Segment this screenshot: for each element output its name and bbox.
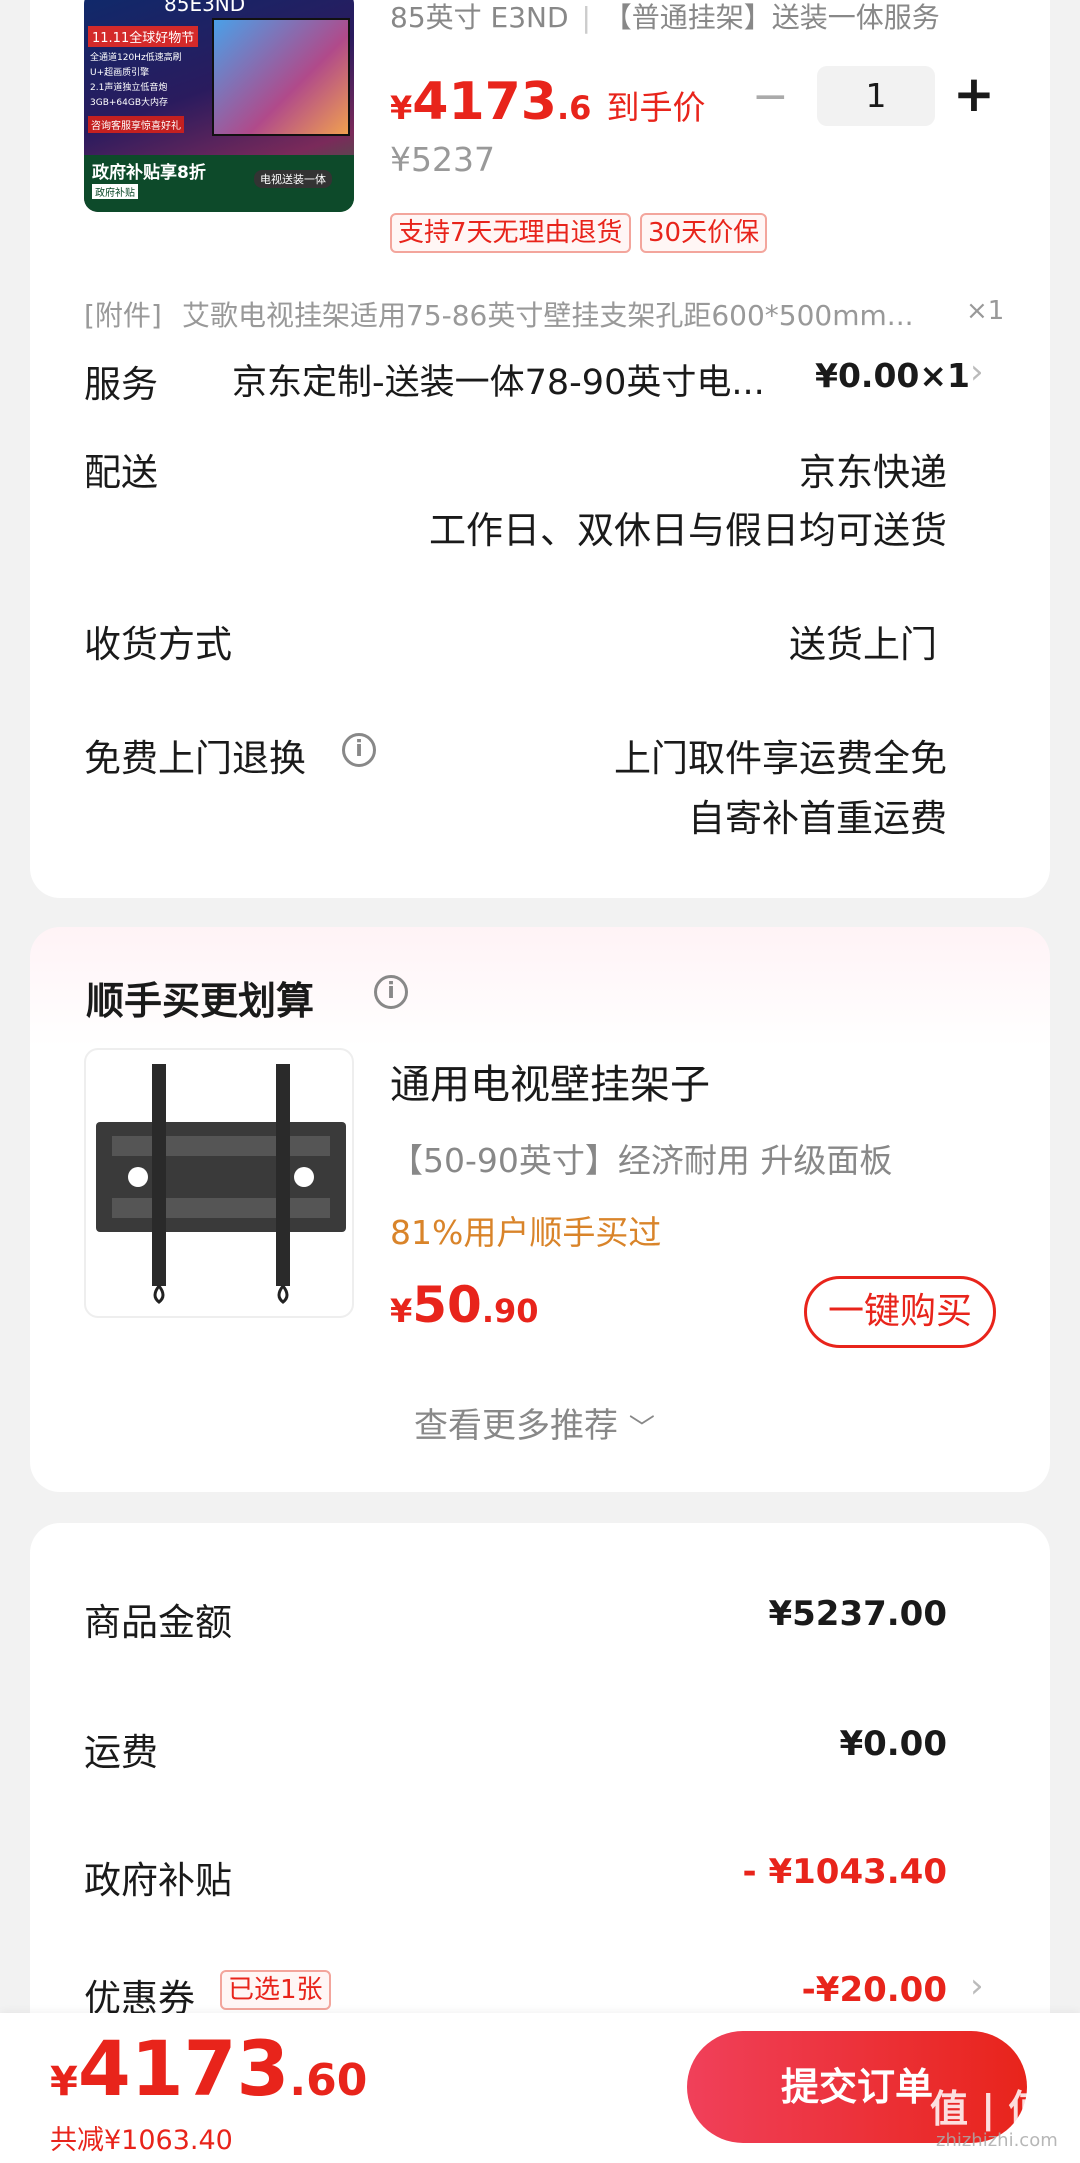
receive-method-label: 收货方式 — [84, 623, 232, 666]
delivery-value: 京东快递 — [799, 451, 947, 494]
free-return-label: 免费上门退换 — [84, 737, 306, 780]
delivery-label: 配送 — [84, 451, 158, 494]
product-thumbnail[interactable]: 85E3ND 11.11全球好物节 全通道120Hz低速高刷 U+超画质引擎 2… — [84, 0, 354, 212]
goods-amount-label: 商品金额 — [84, 1601, 232, 1644]
service-label: 服务 — [84, 363, 158, 406]
price-symbol: ¥ — [390, 1292, 413, 1330]
chevron-down-icon: ﹀ — [628, 1414, 655, 1444]
original-price: ¥5237 — [390, 140, 495, 179]
price-dec: .60 — [289, 2055, 368, 2106]
coupon-selected-tag: 已选1张 — [220, 1970, 331, 2010]
recommend-item-title[interactable]: 通用电视壁挂架子 — [390, 1052, 710, 1110]
recommend-title: 顺手买更划算 — [86, 979, 315, 1023]
wall-mount-image — [96, 1064, 346, 1304]
thumb-feature-1: 全通道120Hz低速高刷 — [90, 53, 182, 63]
return-policy-tag: 支持7天无理由退货 — [390, 213, 631, 253]
recommend-item-desc: 【50-90英寸】经济耐用 升级面板 — [390, 1141, 893, 1180]
freight-label: 运费 — [84, 1731, 158, 1774]
free-return-line2: 自寄补首重运费 — [688, 797, 947, 840]
info-icon[interactable]: i — [374, 975, 408, 1009]
one-click-buy-button[interactable]: 一键购买 — [804, 1276, 996, 1348]
price-symbol: ¥ — [50, 2059, 78, 2105]
quantity-increase-button[interactable]: + — [953, 66, 995, 122]
recommend-item-stat: 81%用户顺手买过 — [390, 1213, 662, 1252]
more-recommend-label: 查看更多推荐 — [414, 1406, 618, 1446]
coupon-value[interactable]: -¥20.00 — [802, 1970, 947, 2010]
spec-desc: 【普通挂架】送装一体服务 — [603, 1, 940, 34]
chevron-right-icon: › — [970, 1966, 984, 2006]
more-recommend-link[interactable]: 查看更多推荐 ﹀ — [414, 1398, 655, 1447]
spec-separator: | — [581, 1, 591, 34]
price-dec: .6 — [557, 89, 592, 127]
thumb-feature-2: U+超画质引擎 — [90, 68, 150, 78]
attachment-text: 艾歌电视挂架适用75-86英寸壁挂支架孔距600*500mm... — [182, 299, 914, 332]
total-price: ¥4173.60 — [50, 2024, 367, 2113]
thumb-subsidy: 政府补贴享8折 — [92, 163, 206, 183]
watermark-logo: 值 | 值 | 值 — [930, 2087, 1080, 2131]
price-int: 4173 — [77, 2024, 290, 2113]
price-int: 50 — [412, 1276, 482, 1334]
spec-size: 85英寸 E3ND — [390, 1, 569, 34]
recommend-item-price: ¥50.90 — [390, 1276, 539, 1334]
thumb-subsidy-small: 政府补贴 — [92, 184, 138, 199]
thumb-model: 85E3ND — [164, 0, 246, 16]
thumb-note: 咨询客服享惊喜好礼 — [88, 116, 184, 133]
price-suffix: 到手价 — [606, 88, 706, 127]
service-price: ¥0.00×1 — [815, 356, 970, 395]
price-protect-tag: 30天价保 — [640, 213, 768, 253]
quantity-decrease-button[interactable]: − — [752, 72, 789, 122]
info-icon[interactable]: i — [342, 733, 376, 767]
attachment-label: [附件] — [84, 299, 162, 332]
product-spec: 85英寸 E3ND | 【普通挂架】送装一体服务 — [390, 0, 940, 36]
service-text: 京东定制-送装一体78-90英寸电... — [232, 363, 765, 403]
delivery-sub: 工作日、双休日与假日均可送货 — [429, 509, 947, 552]
thumb-badge: 11.11全球好物节 — [88, 26, 199, 47]
watermark-url: zhizhizhi.com — [936, 2130, 1058, 2151]
product-price: ¥4173.6 到手价 — [390, 72, 706, 132]
thumb-feature-3: 2.1声道独立低音炮 — [90, 83, 168, 93]
subsidy-label: 政府补贴 — [84, 1859, 232, 1902]
goods-amount-value: ¥5237.00 — [768, 1594, 947, 1634]
price-dec: .90 — [481, 1292, 539, 1330]
receive-method-value[interactable]: 送货上门 — [789, 614, 937, 668]
price-int: 4173 — [412, 72, 557, 132]
attachment-qty: ×1 — [966, 296, 1005, 326]
subsidy-value: - ¥1043.40 — [742, 1852, 947, 1892]
total-discount: 共减¥1063.40 — [50, 2125, 233, 2156]
thumb-feature-4: 3GB+64GB大内存 — [90, 98, 169, 108]
freight-value: ¥0.00 — [839, 1724, 947, 1764]
thumb-tv-screen — [212, 18, 350, 136]
quantity-field[interactable]: 1 — [817, 66, 935, 126]
price-symbol: ¥ — [390, 89, 413, 127]
chevron-right-icon: › — [970, 352, 984, 392]
thumb-service: 电视送装一体 — [254, 170, 332, 188]
recommend-item-image[interactable] — [84, 1048, 354, 1318]
free-return-line1: 上门取件享运费全免 — [614, 737, 947, 780]
